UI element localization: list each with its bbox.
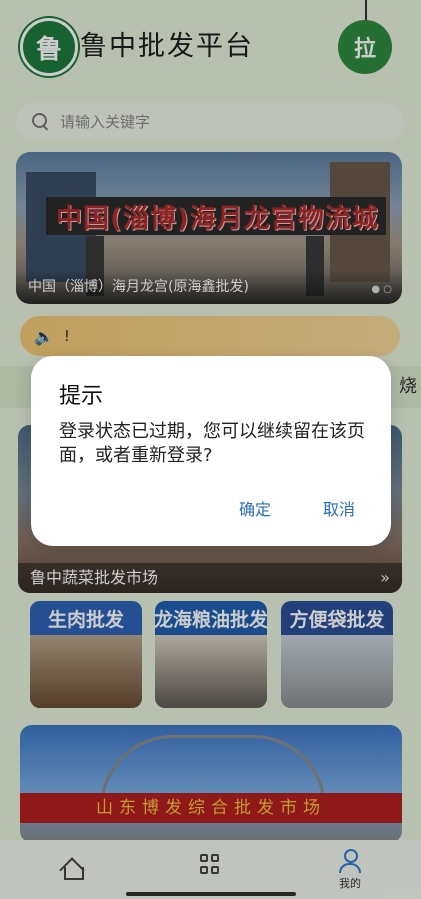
dialog-title: 提示: [59, 384, 104, 409]
confirm-button[interactable]: 确定: [239, 496, 271, 520]
session-expired-dialog: 提示 登录状态已过期，您可以继续留在该页面，或者重新登录? 确定 取消: [31, 356, 391, 546]
dialog-message: 登录状态已过期，您可以继续留在该页面，或者重新登录?: [59, 421, 365, 466]
cancel-button[interactable]: 取消: [323, 496, 355, 520]
